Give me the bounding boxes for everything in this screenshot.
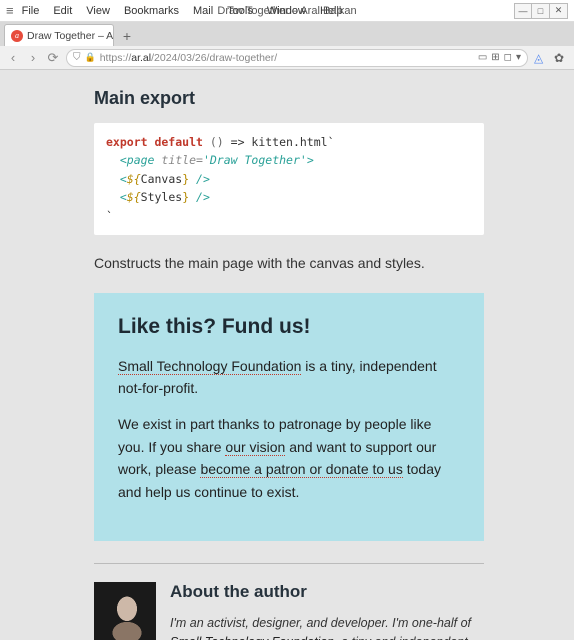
window-title: Draw Together – Aral Balkan bbox=[217, 5, 356, 17]
toolbar-icons: ◬ ✿ bbox=[534, 51, 568, 65]
reader-icon[interactable]: ▭ bbox=[478, 52, 487, 63]
about-heading: About the author bbox=[170, 582, 484, 602]
link-vision[interactable]: our vision bbox=[225, 439, 285, 456]
bookmark-icon[interactable]: ◻ bbox=[504, 52, 512, 63]
fund-heading: Like this? Fund us! bbox=[118, 315, 460, 339]
menu-edit[interactable]: Edit bbox=[53, 5, 72, 17]
menu-view[interactable]: View bbox=[86, 5, 110, 17]
urlbar[interactable]: ⛉ 🔒 https://ar.al/2024/03/26/draw-togeth… bbox=[66, 49, 528, 67]
hamburger-icon[interactable]: ≡ bbox=[6, 3, 14, 18]
shield-icon[interactable]: ⛉ bbox=[73, 52, 81, 63]
menu-file[interactable]: File bbox=[22, 5, 40, 17]
content-scroll[interactable]: Main export export default () => kitten.… bbox=[0, 70, 574, 640]
avatar bbox=[94, 582, 156, 640]
tabbar: a Draw Together – Aral Balkar + bbox=[0, 22, 574, 46]
fund-callout: Like this? Fund us! Small Technology Fou… bbox=[94, 293, 484, 541]
url-host: ar.al bbox=[131, 52, 151, 64]
tab-label: Draw Together – Aral Balkar bbox=[27, 30, 114, 42]
new-tab-button[interactable]: + bbox=[117, 26, 137, 46]
forward-button[interactable]: › bbox=[26, 50, 40, 65]
toolbar: ‹ › ⟳ ⛉ 🔒 https://ar.al/2024/03/26/draw-… bbox=[0, 46, 574, 70]
back-button[interactable]: ‹ bbox=[6, 50, 20, 65]
url-path: /2024/03/26/draw-together/ bbox=[151, 52, 277, 64]
about-section: About the author I'm an activist, design… bbox=[94, 582, 484, 640]
browser-tab[interactable]: a Draw Together – Aral Balkar bbox=[4, 24, 114, 46]
about-p1: I'm an activist, designer, and developer… bbox=[170, 614, 484, 640]
minimize-button[interactable]: — bbox=[514, 3, 532, 19]
maximize-button[interactable]: □ bbox=[532, 3, 550, 19]
qr-icon[interactable]: ⊞ bbox=[491, 52, 499, 63]
section-heading: Main export bbox=[94, 88, 484, 109]
menu-mail[interactable]: Mail bbox=[193, 5, 213, 17]
reload-button[interactable]: ⟳ bbox=[46, 50, 60, 66]
triangle-icon[interactable]: ◬ bbox=[534, 51, 548, 65]
page-content: Main export export default () => kitten.… bbox=[0, 70, 574, 640]
separator bbox=[94, 563, 484, 564]
link-about-stf[interactable]: Small Technology Foundation bbox=[170, 635, 334, 640]
code-block: export default () => kitten.html` <page … bbox=[94, 123, 484, 235]
close-button[interactable]: ✕ bbox=[550, 3, 568, 19]
page-action-icons: ▭ ⊞ ◻ ▾ bbox=[478, 52, 521, 63]
menubar: ≡ File Edit View Bookmarks Mail Tools Wi… bbox=[0, 0, 574, 22]
section-description: Constructs the main page with the canvas… bbox=[94, 253, 484, 275]
link-stf[interactable]: Small Technology Foundation bbox=[118, 358, 301, 375]
extensions-icon[interactable]: ✿ bbox=[554, 51, 568, 65]
fund-p1: Small Technology Foundation is a tiny, i… bbox=[118, 355, 460, 400]
window-controls: — □ ✕ bbox=[514, 3, 568, 19]
url-prefix: https:// bbox=[100, 52, 132, 64]
lock-icon[interactable]: 🔒 bbox=[85, 52, 96, 63]
chevron-down-icon[interactable]: ▾ bbox=[516, 52, 521, 63]
link-patron[interactable]: become a patron or donate to us bbox=[200, 461, 402, 478]
fund-p2: We exist in part thanks to patronage by … bbox=[118, 413, 460, 503]
menu-bookmarks[interactable]: Bookmarks bbox=[124, 5, 179, 17]
favicon-icon: a bbox=[11, 30, 23, 42]
about-text: About the author I'm an activist, design… bbox=[170, 582, 484, 640]
